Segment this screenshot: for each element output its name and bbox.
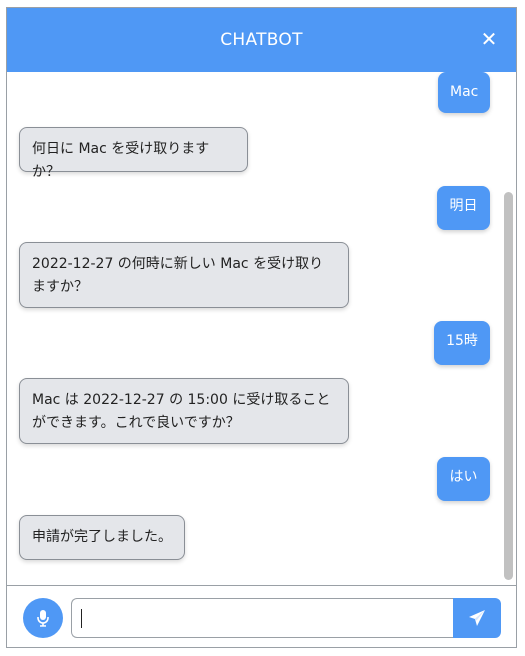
microphone-icon [37, 610, 49, 627]
scrollbar[interactable] [504, 72, 513, 585]
message-list[interactable]: Mac 何日に Mac を受け取りますか？ 明日 2022-12-27 の何時に… [7, 72, 516, 585]
message-input[interactable] [71, 598, 453, 638]
chat-window: CHATBOT ✕ Mac 何日に Mac を受け取りますか？ 明日 2022-… [6, 7, 517, 648]
user-message: 明日 [437, 186, 490, 230]
bot-message: 何日に Mac を受け取りますか？ [19, 127, 248, 180]
microphone-button[interactable] [23, 598, 63, 638]
bot-message: Mac は 2022-12-27 の 15:00 に受け取ることができます。これ… [19, 378, 349, 444]
user-message: Mac [438, 72, 490, 113]
scrollbar-thumb[interactable] [504, 192, 513, 580]
chat-header: CHATBOT ✕ [7, 8, 516, 72]
user-message: 15時 [434, 321, 490, 365]
bot-message: 2022-12-27 の何時に新しい Mac を受け取りますか？ [19, 242, 349, 308]
close-icon[interactable]: ✕ [478, 28, 500, 50]
text-caret [81, 609, 82, 628]
input-bar [7, 585, 516, 647]
chat-title: CHATBOT [220, 30, 303, 50]
send-icon [469, 610, 485, 626]
user-message: はい [437, 457, 490, 501]
bot-message: 申請が完了しました。 [19, 515, 185, 560]
send-button[interactable] [453, 598, 501, 638]
